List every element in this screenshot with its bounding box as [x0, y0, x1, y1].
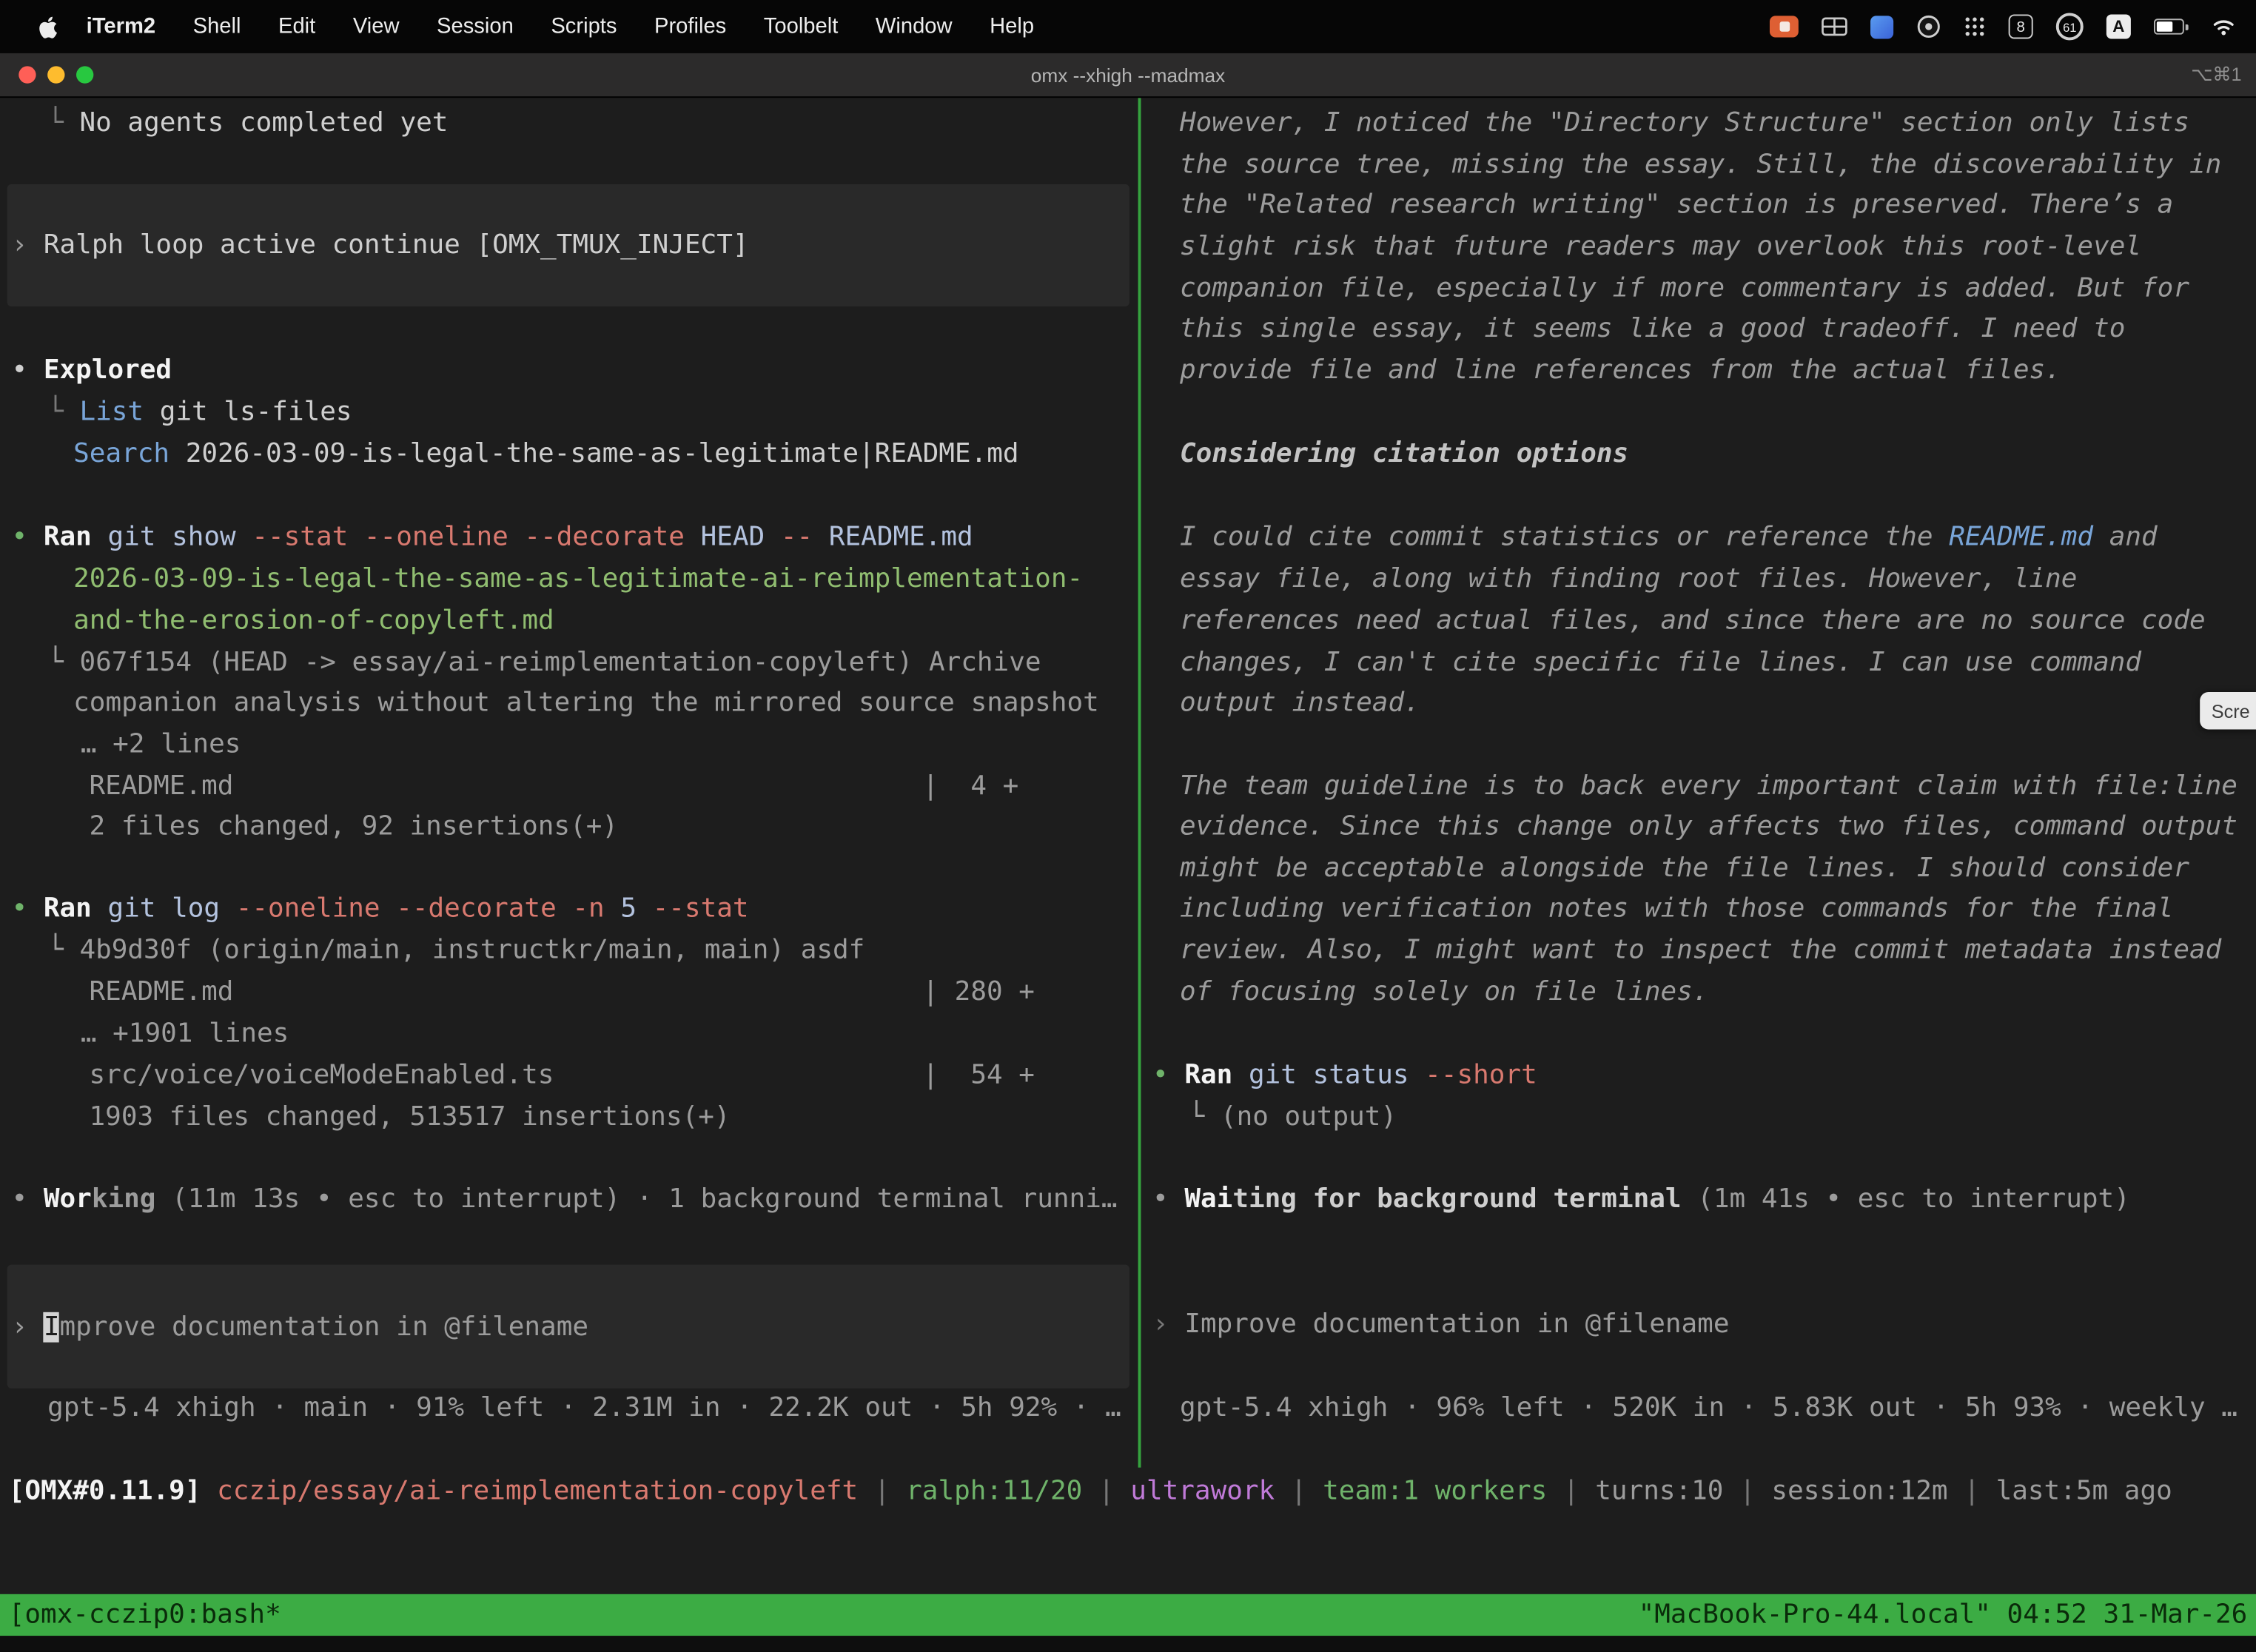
minimize-button[interactable]: [47, 66, 64, 83]
reasoning-heading: Considering citation options: [1180, 433, 1628, 474]
reasoning-line: this single essay, it seems like a good …: [1180, 308, 2125, 349]
session-status-line: gpt-5.4 xhigh · main · 91% left · 2.31M …: [47, 1387, 1121, 1428]
reasoning-line: slight risk that future readers may over…: [1180, 226, 2141, 267]
inject-prompt-box[interactable]: › Ralph loop active continue [OMX_TMUX_I…: [7, 184, 1129, 306]
tmux-status-bar: [omx-cczip0:bash* "MacBook-Pro-44.local"…: [0, 1594, 2256, 1636]
command-input-box[interactable]: › Improve documentation in @filename: [7, 1265, 1129, 1389]
menu-item-shell[interactable]: Shell: [174, 0, 259, 53]
zoom-button[interactable]: [76, 66, 93, 83]
terminal: └ No agents completed yet › Ralph loop a…: [0, 98, 2256, 1651]
git-log-more-lines: … +1901 lines: [81, 1013, 289, 1054]
apple-icon: [38, 14, 59, 38]
battery-icon[interactable]: [2154, 19, 2189, 34]
menu-item-help[interactable]: Help: [971, 0, 1053, 53]
command-input-line[interactable]: › Improve documentation in @filename: [12, 1312, 588, 1342]
reasoning-line: review. Also, I might want to inspect th…: [1180, 930, 2221, 971]
input-source-icon[interactable]: A: [2106, 14, 2131, 38]
reasoning-line: The team guideline is to back every impo…: [1180, 765, 2237, 807]
omx-status-bar: [OMX#0.11.9] cczip/essay/ai-reimplementa…: [9, 1471, 2172, 1512]
reasoning-line: provide file and line references from th…: [1180, 349, 2061, 391]
git-show-filename-1: 2026-03-09-is-legal-the-same-as-legitima…: [73, 558, 1083, 600]
git-show-filename-2: and-the-erosion-of-copyleft.md: [73, 600, 554, 642]
waiting-status-line: • Waiting for background terminal (1m 41…: [1152, 1178, 2130, 1220]
app-grid-icon[interactable]: [1964, 16, 1985, 37]
tmux-pane-left: └ No agents completed yet › Ralph loop a…: [0, 98, 1138, 1468]
reasoning-line: However, I noticed the "Directory Struct…: [1180, 102, 2189, 144]
working-status-line: • Working (11m 13s • esc to interrupt) ·…: [12, 1178, 1118, 1220]
git-show-commit-cont: companion analysis without altering the …: [73, 682, 1099, 723]
reasoning-line: including verification notes with those …: [1180, 887, 2173, 929]
reasoning-line: companion file, especially if more comme…: [1180, 268, 2189, 309]
git-log-commit-line: └ 4b9d30f (origin/main, instructkr/main,…: [47, 930, 865, 971]
reasoning-line: of focusing solely on file lines.: [1180, 971, 1708, 1013]
macos-menu-bar: iTerm2 Shell Edit View Session Scripts P…: [0, 0, 2256, 53]
reasoning-line: the "Related research writing" section i…: [1180, 184, 2173, 226]
battery-gauge-icon[interactable]: 61: [2056, 13, 2084, 40]
window-manager-icon[interactable]: [1822, 17, 1847, 36]
screen-recording-icon[interactable]: [1770, 16, 1799, 37]
reasoning-line: output instead.: [1180, 682, 1420, 723]
menu-item-edit[interactable]: Edit: [260, 0, 335, 53]
close-button[interactable]: [19, 66, 36, 83]
keycap-icon[interactable]: 8: [2009, 14, 2033, 38]
reasoning-line: I could cite commit statistics or refere…: [1180, 517, 2158, 558]
explored-header: • Explored: [12, 349, 172, 391]
git-log-command: • Ran git log --oneline --decorate -n 5 …: [12, 887, 749, 929]
wifi-icon[interactable]: [2212, 17, 2236, 36]
menu-item-session[interactable]: Session: [418, 0, 532, 53]
window-title: omx --xhigh --madmax: [0, 64, 2256, 86]
menu-item-toolbelt[interactable]: Toolbelt: [745, 0, 857, 53]
git-status-result: └ (no output): [1189, 1096, 1397, 1138]
reasoning-line: references need actual files, and since …: [1180, 600, 2206, 642]
browser-icon[interactable]: [1916, 14, 1941, 38]
tmux-session-label: [omx-cczip0:bash*: [9, 1594, 281, 1636]
session-status-line: gpt-5.4 xhigh · 96% left · 520K in · 5.8…: [1180, 1387, 2237, 1428]
agents-note: └ No agents completed yet: [47, 102, 448, 144]
reasoning-line: changes, I can't cite specific file line…: [1180, 642, 2141, 683]
apple-menu[interactable]: [29, 14, 67, 38]
git-log-summary: 1903 files changed, 513517 insertions(+): [90, 1096, 731, 1138]
git-status-command: • Ran git status --short: [1152, 1055, 1537, 1096]
git-log-diffstat-2: src/voice/voiceModeEnabled.ts | 54 +: [90, 1055, 1035, 1096]
tmux-host-clock: "MacBook-Pro-44.local" 04:52 31-Mar-26: [1639, 1594, 2248, 1636]
git-show-summary: 2 files changed, 92 insertions(+): [90, 806, 618, 847]
traffic-lights: [0, 66, 93, 83]
menu-item-profiles[interactable]: Profiles: [636, 0, 745, 53]
git-show-diffstat: README.md | 4 +: [90, 765, 1019, 807]
tmux-pane-right: However, I noticed the "Directory Struct…: [1141, 98, 2256, 1468]
screen-share-popover[interactable]: Scre: [2200, 692, 2256, 730]
menu-item-window[interactable]: Window: [857, 0, 971, 53]
blue-app-icon[interactable]: [1870, 15, 1893, 38]
reasoning-line: evidence. Since this change only affects…: [1180, 806, 2237, 847]
reasoning-line: essay file, along with finding root file…: [1180, 558, 2077, 600]
explored-search-line: Search 2026-03-09-is-legal-the-same-as-l…: [73, 433, 1018, 474]
screen: iTerm2 Shell Edit View Session Scripts P…: [0, 0, 2256, 1652]
menu-item-view[interactable]: View: [335, 0, 418, 53]
inject-prompt-line: › Ralph loop active continue [OMX_TMUX_I…: [12, 230, 749, 261]
git-show-command: • Ran git show --stat --oneline --decora…: [12, 517, 973, 558]
explored-list-line: └ List git ls-files: [47, 392, 352, 433]
window-title-bar[interactable]: omx --xhigh --madmax ⌥⌘1: [0, 53, 2256, 98]
reasoning-line: the source tree, missing the essay. Stil…: [1180, 144, 2221, 185]
git-log-diffstat-1: README.md | 280 +: [90, 971, 1035, 1013]
git-show-commit-line: └ 067f154 (HEAD -> essay/ai-reimplementa…: [47, 642, 1041, 683]
reasoning-line: might be acceptable alongside the file l…: [1180, 847, 2189, 889]
git-show-more-lines: … +2 lines: [81, 724, 241, 765]
window-shortcut: ⌥⌘1: [2191, 64, 2256, 87]
menu-item-scripts[interactable]: Scripts: [532, 0, 636, 53]
menu-item-app[interactable]: iTerm2: [67, 0, 174, 53]
menu-bar-status-area: 8 61 A: [1770, 13, 2256, 40]
command-input-line[interactable]: › Improve documentation in @filename: [1152, 1303, 1729, 1345]
bottom-strip: [0, 1636, 2256, 1651]
